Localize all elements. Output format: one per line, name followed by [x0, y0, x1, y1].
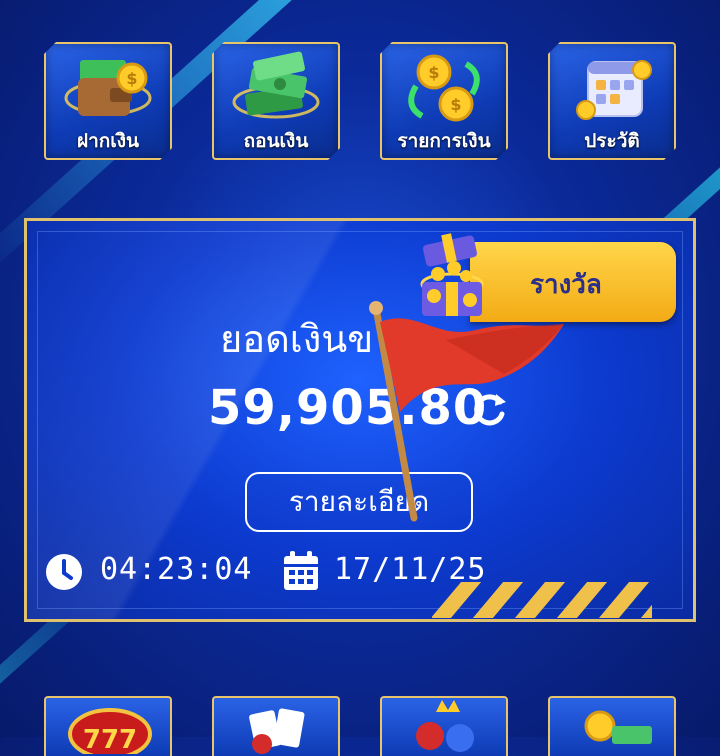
game-tile[interactable] — [212, 696, 340, 756]
withdraw-cash-icon — [228, 50, 324, 128]
balance-title-text: ยอดเงินข — [220, 317, 374, 361]
menu-tile-history[interactable]: ประวัติ — [548, 42, 676, 160]
svg-text:$: $ — [450, 95, 461, 114]
game-tile[interactable] — [548, 696, 676, 756]
money-stack-icon — [584, 710, 652, 744]
slot-777-icon: 777 — [68, 708, 152, 754]
calendar-icon — [284, 551, 318, 590]
decor-stripes — [432, 582, 652, 618]
svg-text:777: 777 — [83, 725, 137, 754]
menu-tile-withdraw[interactable]: ถอนเงิน — [212, 42, 340, 160]
deposit-wallet-icon: $ — [60, 50, 156, 128]
reward-label: รางวัล — [530, 270, 602, 300]
red-flag-icon — [369, 301, 564, 522]
casino-cards-icon — [249, 708, 305, 754]
clock-icon — [46, 554, 82, 590]
svg-text:$: $ — [428, 63, 439, 82]
transactions-coins-icon: $ $ — [396, 50, 492, 128]
game-tile[interactable] — [380, 696, 508, 756]
history-calendar-icon — [564, 50, 660, 128]
game-tile[interactable]: 777 — [44, 696, 172, 756]
menu-label: ประวัติ — [584, 130, 640, 152]
menu-label: ฝากเงิน — [76, 130, 140, 152]
menu-tile-deposit[interactable]: $ ฝากเงิน — [44, 42, 172, 160]
menu-tile-transactions[interactable]: $ $ รายการเงิน — [380, 42, 508, 160]
menu-label: รายการเงิน — [397, 130, 491, 152]
fruit-slot-icon — [416, 700, 474, 752]
svg-text:$: $ — [126, 69, 137, 88]
menu-label: ถอนเงิน — [243, 130, 309, 152]
time-display: 04:23:04 — [100, 552, 253, 587]
